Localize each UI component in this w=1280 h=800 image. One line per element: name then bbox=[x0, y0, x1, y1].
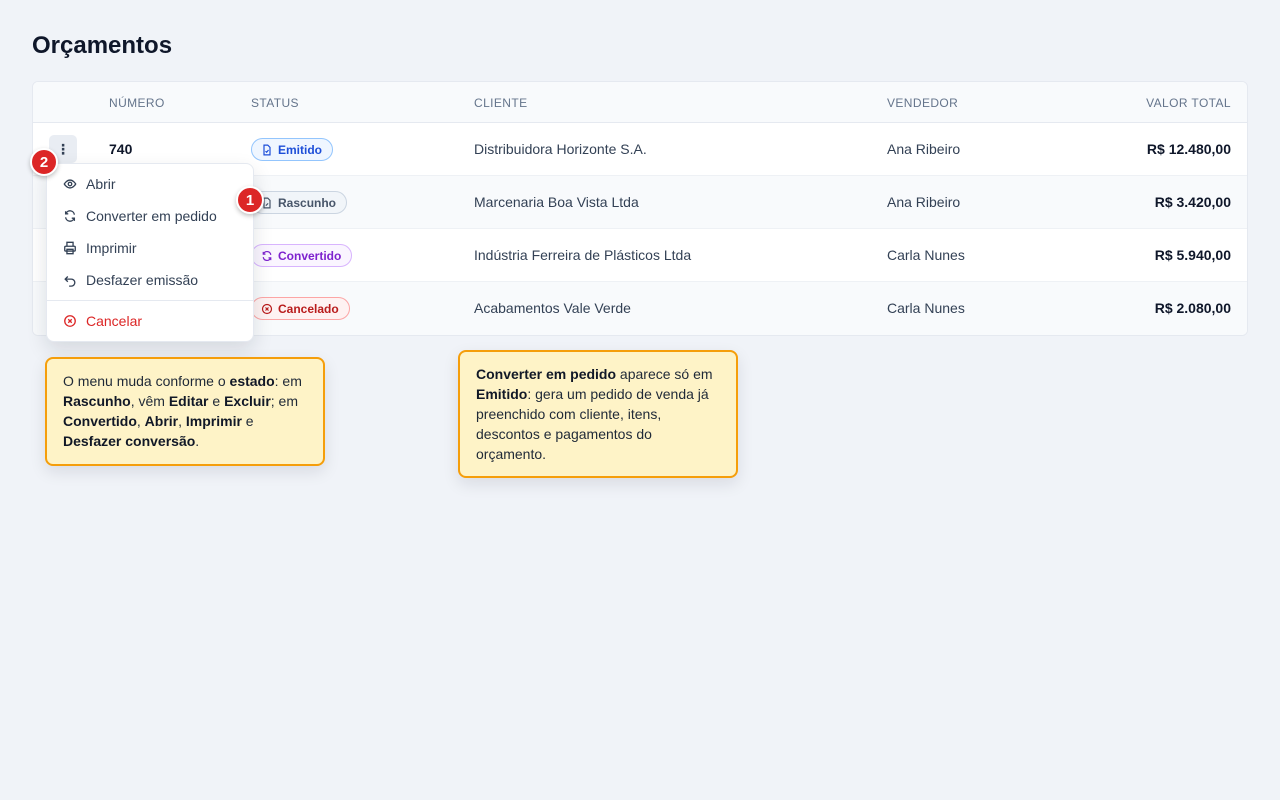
cell-numero: 740 bbox=[109, 141, 133, 157]
menu-divider bbox=[47, 300, 253, 301]
header-numero[interactable]: NÚMERO bbox=[109, 96, 165, 110]
cell-vendedor: Ana Ribeiro bbox=[887, 141, 961, 157]
annotation-note-converter: Converter em pedido aparece só em Emitid… bbox=[458, 350, 738, 478]
menu-item-label: Converter em pedido bbox=[86, 208, 217, 224]
header-cliente[interactable]: CLIENTE bbox=[474, 96, 527, 110]
cell-cliente: Acabamentos Vale Verde bbox=[474, 300, 631, 316]
undo-icon bbox=[64, 276, 76, 287]
menu-item-desfazer-emissao[interactable]: Desfazer emissão bbox=[47, 264, 253, 296]
cell-cliente: Indústria Ferreira de Plásticos Ltda bbox=[474, 247, 692, 263]
header-vendedor[interactable]: VENDEDOR bbox=[887, 96, 958, 110]
status-label: Emitido bbox=[278, 142, 322, 157]
status-label: Rascunho bbox=[278, 195, 337, 210]
menu-item-label: Abrir bbox=[86, 176, 116, 192]
status-badge: Emitido bbox=[251, 138, 333, 161]
status-badge: Cancelado bbox=[251, 297, 350, 320]
menu-item-label: Imprimir bbox=[86, 240, 137, 256]
cell-vendedor: Carla Nunes bbox=[887, 300, 965, 316]
menu-item-abrir[interactable]: Abrir bbox=[47, 168, 253, 200]
cell-vendedor: Ana Ribeiro bbox=[887, 194, 961, 210]
callout-marker-2: 2 bbox=[30, 148, 58, 176]
row-actions-menu: Abrir Converter em pedido Imprimir Desfa… bbox=[46, 163, 254, 342]
cell-cliente: Marcenaria Boa Vista Ltda bbox=[474, 194, 639, 210]
header-status[interactable]: STATUS bbox=[251, 96, 299, 110]
x-circle-icon bbox=[261, 303, 273, 314]
status-label: Convertido bbox=[278, 248, 342, 263]
document-check-icon bbox=[263, 144, 271, 155]
kebab-icon: ⋮ bbox=[56, 140, 70, 157]
menu-item-label: Desfazer emissão bbox=[86, 272, 199, 288]
eye-icon bbox=[63, 179, 77, 189]
cell-valor-total: R$ 5.940,00 bbox=[1154, 247, 1231, 263]
cell-valor-total: R$ 2.080,00 bbox=[1154, 300, 1231, 316]
menu-item-cancelar[interactable]: Cancelar bbox=[47, 305, 253, 337]
refresh-icon bbox=[262, 250, 272, 261]
annotation-note-menu-states: O menu muda conforme o estado: em Rascun… bbox=[45, 357, 325, 466]
cell-valor-total: R$ 12.480,00 bbox=[1146, 141, 1231, 157]
status-badge: Convertido bbox=[251, 244, 353, 267]
printer-icon bbox=[64, 241, 76, 255]
x-circle-icon bbox=[64, 315, 76, 327]
status-badge: Rascunho bbox=[251, 191, 348, 214]
page-title: Orçamentos bbox=[32, 32, 173, 59]
cell-valor-total: R$ 3.420,00 bbox=[1154, 194, 1231, 210]
callout-marker-1: 1 bbox=[236, 186, 264, 214]
cell-cliente: Distribuidora Horizonte S.A. bbox=[474, 141, 647, 157]
refresh-icon bbox=[64, 210, 76, 222]
table-header: NÚMERO STATUS CLIENTE VENDEDOR VALOR TOT… bbox=[33, 82, 1247, 123]
cell-vendedor: Carla Nunes bbox=[887, 247, 965, 263]
header-valor-total[interactable]: VALOR TOTAL bbox=[1146, 96, 1231, 110]
menu-item-label: Cancelar bbox=[86, 313, 143, 329]
menu-item-imprimir[interactable]: Imprimir bbox=[47, 232, 253, 264]
status-label: Cancelado bbox=[278, 301, 339, 316]
menu-item-converter[interactable]: Converter em pedido bbox=[47, 200, 253, 232]
